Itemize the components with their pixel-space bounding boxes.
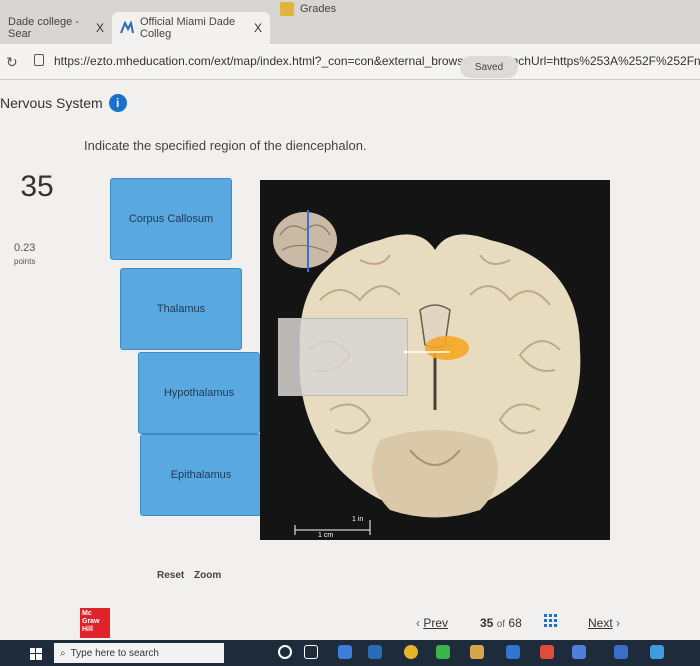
module-title: Nervous System i (0, 94, 127, 112)
tab-dade-college[interactable]: Dade college - Sear X (0, 12, 112, 44)
info-icon[interactable]: i (108, 94, 127, 112)
close-tab-icon[interactable]: X (96, 21, 104, 35)
reload-icon[interactable]: ↻ (6, 54, 18, 71)
taskbar-search-placeholder: Type here to search (70, 647, 159, 659)
page-indicator: 35 of 68 (480, 616, 522, 630)
scale-cm-label: 1 cm (318, 532, 334, 539)
next-label: Next (588, 616, 613, 630)
chevron-right-icon: › (616, 616, 621, 630)
choice-epithalamus[interactable]: Epithalamus (140, 434, 262, 516)
close-tab-icon[interactable]: X (254, 21, 262, 35)
cortana-icon[interactable] (278, 645, 292, 659)
saved-badge: Saved (460, 56, 518, 78)
taskbar-app-icon-3[interactable] (572, 645, 586, 659)
tab-label: Grades (300, 3, 337, 15)
points-label: points (14, 257, 36, 266)
word-icon[interactable] (368, 645, 382, 659)
leader-line (404, 350, 450, 354)
office-icon[interactable] (540, 645, 554, 659)
choice-thalamus[interactable]: Thalamus (120, 268, 242, 350)
taskbar-app-icon[interactable] (338, 645, 352, 659)
task-view-icon[interactable] (304, 645, 318, 659)
question-page: Saved Nervous System i 35 0.23 points In… (0, 56, 700, 640)
search-icon: ⌕ (60, 647, 66, 659)
url-field[interactable]: https://ezto.mheducation.com/ext/map/ind… (54, 54, 700, 68)
question-prompt: Indicate the specified region of the die… (84, 138, 367, 153)
windows-start-icon[interactable] (30, 647, 42, 660)
file-explorer-icon[interactable] (470, 645, 484, 659)
next-button[interactable]: Next › (588, 616, 620, 630)
tab-label: Dade college - Sear (8, 16, 79, 40)
edge-icon[interactable] (650, 645, 664, 659)
chevron-left-icon: ‹ (416, 616, 420, 630)
mdc-favicon-icon (120, 19, 134, 35)
points-value: 0.23 (14, 242, 36, 254)
store-icon[interactable] (506, 645, 520, 659)
taskbar-search-input[interactable]: ⌕ Type here to search (54, 643, 224, 663)
windows-taskbar: ⌕ Type here to search (0, 640, 700, 666)
chrome-icon[interactable] (404, 645, 418, 659)
taskbar-app-icon-2[interactable] (436, 645, 450, 659)
question-footer: Mc Graw Hill ‹ Prev 35 of 68 Next › (0, 606, 700, 640)
grades-favicon-icon (280, 2, 294, 16)
tab-label: Official Miami Dade Colleg (140, 16, 236, 40)
tab-official-miami-dade[interactable]: Official Miami Dade Colleg X (112, 12, 270, 44)
prev-button[interactable]: ‹ Prev (416, 616, 448, 630)
zoom-button[interactable]: Zoom (194, 570, 221, 581)
grid-icon[interactable] (544, 614, 558, 628)
prev-label: Prev (423, 616, 449, 630)
reset-button[interactable]: Reset (157, 570, 184, 581)
points-box: 0.23 points (14, 242, 35, 268)
browser-tab-bar: Dade college - Sear X Official Miami Dad… (0, 0, 700, 44)
scale-in-label: 1 in (352, 516, 364, 523)
drop-target-box[interactable] (278, 318, 408, 396)
address-bar: ↻ https://ezto.mheducation.com/ext/map/i… (0, 44, 700, 80)
question-number: 35 (20, 170, 54, 203)
mcgraw-hill-logo: Mc Graw Hill (80, 608, 110, 638)
lock-icon (34, 54, 44, 66)
tab-grades[interactable]: Grades (272, 0, 392, 18)
photos-icon[interactable] (614, 645, 628, 659)
choice-corpus-callosum[interactable]: Corpus Callosum (110, 178, 232, 260)
module-title-text: Nervous System (0, 95, 103, 111)
choice-hypothalamus[interactable]: Hypothalamus (138, 352, 260, 434)
